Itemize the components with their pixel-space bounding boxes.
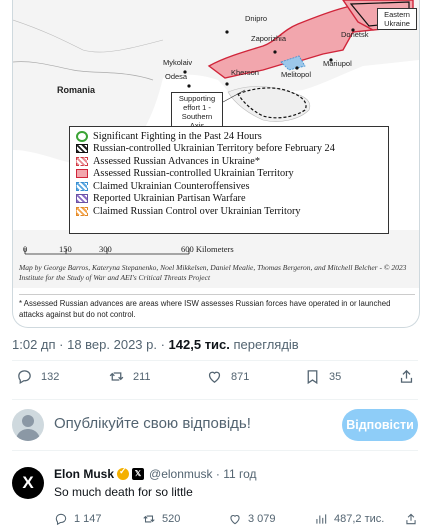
reply-views-button[interactable]: 487,2 тис. bbox=[314, 512, 384, 526]
verified-badge-icon bbox=[117, 466, 130, 480]
reply-author-name[interactable]: Elon Musk bbox=[54, 467, 114, 481]
share-icon bbox=[406, 513, 416, 525]
legend-item: Russian-controlled Ukrainian Territory b… bbox=[76, 143, 382, 156]
reply-action-bar: 1 147 520 3 079 487,2 тис. bbox=[54, 512, 418, 528]
city-label-mariupol: Mariupol bbox=[323, 59, 352, 68]
reply-handle-time: @elonmusk · 11 год bbox=[149, 467, 257, 481]
legend-label: Russian-controlled Ukrainian Territory b… bbox=[93, 143, 335, 155]
user-avatar[interactable] bbox=[12, 409, 44, 441]
bookmark-icon bbox=[307, 370, 318, 385]
legend-item: Reported Ukrainian Partisan Warfare bbox=[76, 193, 382, 206]
legend-swatch-partisan bbox=[76, 194, 88, 204]
reply-tweet[interactable]: X Elon Musk 𝕏 @elonmusk · 11 год So much… bbox=[12, 463, 418, 531]
legend-swatch-counteroffensives bbox=[76, 181, 88, 191]
reply-composer: Опублікуйте свою відповідь! Відповісти bbox=[12, 405, 418, 445]
like-button[interactable]: 871 bbox=[206, 368, 249, 385]
bookmark-count: 35 bbox=[329, 370, 342, 383]
reply-reply-count: 1 147 bbox=[74, 513, 102, 525]
share-button[interactable] bbox=[398, 368, 423, 385]
share-icon bbox=[400, 369, 413, 383]
reply-repost-button[interactable]: 520 bbox=[142, 512, 180, 526]
repost-icon bbox=[109, 372, 124, 381]
city-label-odesa: Odesa bbox=[165, 72, 188, 81]
legend-swatch-russian-controlled bbox=[76, 169, 88, 179]
divider bbox=[12, 399, 418, 400]
legend-swatch-claimed-control bbox=[76, 206, 88, 216]
legend-item: Assessed Russian Advances in Ukraine* bbox=[76, 155, 382, 168]
reply-icon bbox=[18, 370, 31, 385]
reply-header: Elon Musk 𝕏 @elonmusk · 11 год bbox=[54, 466, 257, 481]
legend-item: Assessed Russian-controlled Ukrainian Te… bbox=[76, 168, 382, 181]
scale-tick: 150 bbox=[59, 244, 72, 254]
map-footnote: * Assessed Russian advances are areas wh… bbox=[19, 294, 415, 320]
legend-label: Reported Ukrainian Partisan Warfare bbox=[93, 193, 246, 205]
ukraine-war-map: Dnipro Zaporizhia Mykolaiv Odesa Kherson… bbox=[13, 0, 419, 288]
reply-repost-count: 520 bbox=[162, 513, 181, 525]
scale-tick: 300 bbox=[99, 244, 112, 254]
map-image-card[interactable]: Dnipro Zaporizhia Mykolaiv Odesa Kherson… bbox=[12, 0, 420, 328]
x-affiliation-icon: 𝕏 bbox=[132, 468, 145, 480]
country-label-romania: Romania bbox=[57, 85, 96, 95]
views-label: переглядів bbox=[229, 337, 299, 352]
reply-like-button[interactable]: 3 079 bbox=[228, 512, 276, 526]
divider bbox=[12, 360, 418, 361]
reply-count: 132 bbox=[41, 370, 60, 383]
legend-swatch-pre-feb24 bbox=[76, 144, 88, 154]
divider bbox=[12, 450, 418, 451]
reply-reply-button[interactable]: 1 147 bbox=[54, 512, 102, 526]
region-label-eastern-ukraine: Eastern Ukraine bbox=[377, 8, 417, 30]
like-count: 871 bbox=[231, 370, 250, 383]
default-avatar-icon bbox=[16, 415, 40, 441]
bookmark-button[interactable]: 35 bbox=[304, 368, 341, 385]
heart-icon bbox=[230, 515, 240, 525]
reply-input[interactable]: Опублікуйте свою відповідь! bbox=[54, 415, 251, 432]
reply-views-count: 487,2 тис. bbox=[334, 513, 385, 525]
city-label-dnipro: Dnipro bbox=[245, 14, 268, 23]
scale-tick: 0 bbox=[23, 244, 28, 254]
reply-icon bbox=[55, 513, 67, 526]
tweet-timestamp-views: 1:02 дп · 18 вер. 2023 р. · 142,5 тис. п… bbox=[12, 337, 299, 352]
city-label-mykolaiv: Mykolaiv bbox=[163, 58, 193, 67]
elon-avatar[interactable]: X bbox=[12, 467, 44, 499]
analytics-icon bbox=[316, 514, 327, 524]
city-label-donetsk: Donetsk bbox=[341, 30, 369, 39]
views-count: 142,5 тис. bbox=[168, 337, 230, 352]
legend-label: Claimed Russian Control over Ukrainian T… bbox=[93, 205, 301, 217]
reply-text: So much death for so little bbox=[54, 485, 193, 499]
map-scale-bar: 0 150 300 600 Kilometers bbox=[21, 244, 261, 256]
tweet-action-bar: 132 211 871 35 bbox=[12, 368, 418, 394]
repost-count: 211 bbox=[133, 370, 151, 383]
city-label-zaporizhia: Zaporizhia bbox=[251, 34, 287, 43]
legend-swatch-fighting bbox=[76, 130, 88, 142]
reply-like-count: 3 079 bbox=[248, 513, 276, 525]
city-label-kherson: Kherson bbox=[231, 68, 259, 77]
heart-icon bbox=[208, 371, 221, 383]
legend-label: Assessed Russian Advances in Ukraine* bbox=[93, 155, 261, 167]
legend-item: Significant Fighting in the Past 24 Hour… bbox=[76, 130, 382, 143]
scale-tick: 600 Kilometers bbox=[181, 244, 234, 254]
reply-submit-button[interactable]: Відповісти bbox=[342, 409, 418, 441]
legend-item: Claimed Ukrainian Counteroffensives bbox=[76, 180, 382, 193]
legend-item: Claimed Russian Control over Ukrainian T… bbox=[76, 205, 382, 218]
map-credits: Map by George Barros, Kateryna Stepanenk… bbox=[19, 263, 407, 282]
reply-button[interactable]: 132 bbox=[16, 368, 59, 385]
legend-swatch-advances bbox=[76, 156, 88, 166]
repost-icon bbox=[143, 515, 155, 523]
city-label-melitopol: Melitopol bbox=[281, 70, 312, 79]
map-legend: Significant Fighting in the Past 24 Hour… bbox=[69, 126, 389, 234]
legend-label: Assessed Russian-controlled Ukrainian Te… bbox=[93, 168, 294, 180]
legend-label: Claimed Ukrainian Counteroffensives bbox=[93, 180, 250, 192]
legend-label: Significant Fighting in the Past 24 Hour… bbox=[93, 130, 262, 142]
repost-button[interactable]: 211 bbox=[108, 368, 151, 385]
tweet-timestamp[interactable]: 1:02 дп · 18 вер. 2023 р. · bbox=[12, 337, 169, 352]
reply-share-button[interactable] bbox=[404, 512, 424, 526]
